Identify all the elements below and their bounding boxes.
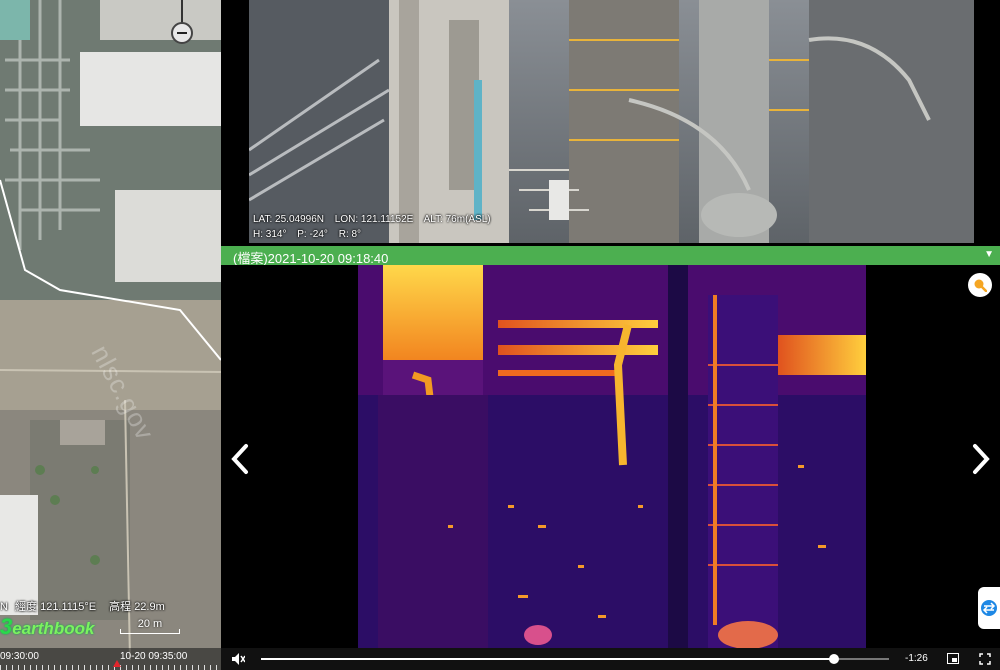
timeline-marker[interactable] — [113, 660, 121, 667]
zoom-out-button[interactable] — [171, 22, 193, 44]
longitude-value: 121.1115°E — [40, 601, 97, 613]
thermal-image[interactable] — [358, 265, 866, 648]
fullscreen-icon[interactable] — [979, 653, 991, 665]
photo-heading: H: 314° — [253, 229, 287, 240]
satellite-map-image — [0, 0, 221, 670]
magnifier-icon — [974, 279, 987, 292]
photo-roll: R: 8° — [338, 229, 362, 240]
thermal-frame — [358, 265, 866, 648]
brand-digit: 3 — [0, 614, 13, 639]
side-panel-toggle[interactable] — [978, 587, 1000, 629]
app-root: nlsc.gov N 經度 121.1115°E 高程 22.9m 3earth… — [0, 0, 1000, 670]
chevron-down-icon[interactable]: ▼ — [984, 249, 994, 260]
scale-bar-line — [120, 629, 180, 634]
seek-thumb[interactable] — [829, 654, 840, 664]
previous-image-button[interactable] — [225, 437, 255, 481]
seek-bar[interactable] — [261, 654, 889, 664]
chevron-right-icon — [973, 444, 990, 474]
photo-pitch: P: -24° — [297, 229, 328, 240]
timeline-end-label: 10-20 09:35:00 — [120, 651, 188, 662]
longitude-prefix: N — [0, 601, 8, 613]
minus-icon — [177, 32, 187, 34]
timeline-ticks — [0, 665, 221, 670]
swap-icon — [981, 600, 997, 616]
earthbook-logo: 3earthbook — [0, 614, 94, 640]
photo-longitude: LON: 121.11152E — [334, 214, 414, 225]
photo-telemetry: LAT: 25.04996N LON: 121.11152E ALT: 76m(… — [253, 212, 499, 242]
chevron-left-icon — [231, 444, 248, 474]
refinery-photo — [249, 0, 974, 243]
map-scale-bar: 20 m — [120, 618, 180, 634]
timeline-start-label: 09:30:00 — [0, 651, 39, 662]
brand-name: earthbook — [12, 619, 95, 638]
map-timeline[interactable]: 09:30:00 10-20 09:35:00 — [0, 648, 221, 670]
photo-latitude: LAT: 25.04996N — [253, 214, 324, 225]
seek-progress — [261, 658, 835, 660]
longitude-label: 經度 — [15, 601, 38, 613]
map-panel[interactable]: nlsc.gov N 經度 121.1115°E 高程 22.9m 3earth… — [0, 0, 221, 670]
map-coordinate-readout: N 經度 121.1115°E 高程 22.9m — [0, 598, 165, 614]
time-remaining: -1:26 — [905, 653, 928, 664]
magnify-button[interactable] — [968, 273, 992, 297]
thermal-viewer — [221, 265, 1000, 648]
next-image-button[interactable] — [966, 437, 996, 481]
camera-photo-panel[interactable]: LAT: 25.04996N LON: 121.11152E ALT: 76m(… — [249, 0, 974, 243]
altitude-label: 高程 — [109, 601, 132, 613]
photo-altitude: ALT: 76m(ASL) — [423, 214, 491, 225]
picture-in-picture-icon[interactable] — [947, 653, 959, 664]
muted-speaker-icon[interactable] — [231, 652, 245, 666]
zoom-slider-track — [181, 0, 183, 24]
record-header-bar[interactable]: (檔案)2021-10-20 09:18:40 ▼ — [221, 246, 1000, 266]
video-player-bar: -1:26 — [221, 648, 1000, 670]
altitude-value: 22.9m — [134, 601, 165, 613]
